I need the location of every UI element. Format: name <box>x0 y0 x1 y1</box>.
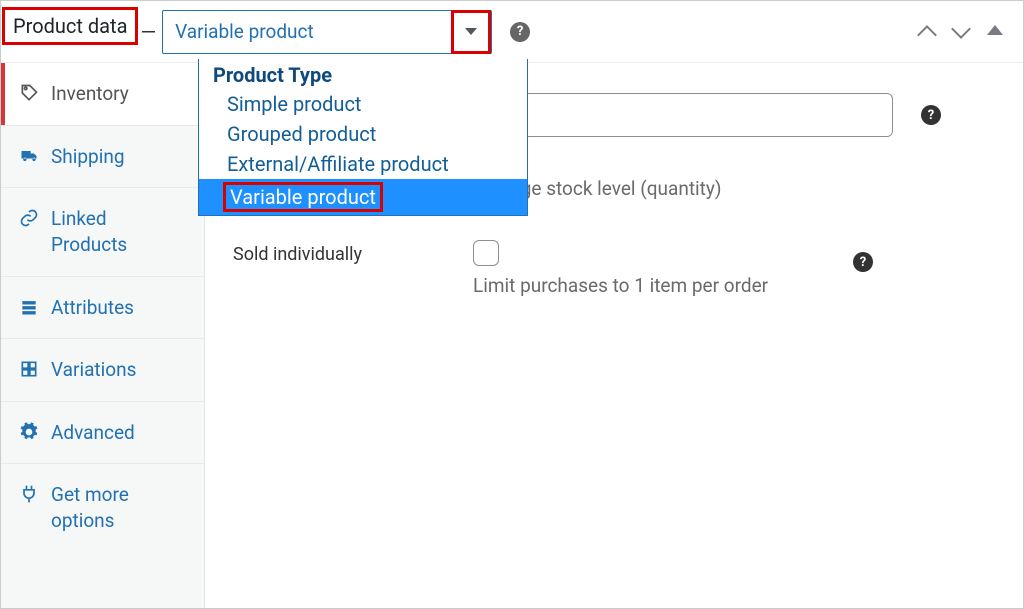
tab-label: Get more options <box>51 482 186 533</box>
gear-icon <box>19 422 39 442</box>
chevron-down-icon[interactable] <box>953 23 967 37</box>
option-external-affiliate-product[interactable]: External/Affiliate product <box>199 149 527 179</box>
plug-icon <box>19 484 39 504</box>
option-grouped-product[interactable]: Grouped product <box>199 119 527 149</box>
panel-header: Product data — Variable product ? Produc… <box>1 1 1023 63</box>
tab-advanced[interactable]: Advanced <box>1 402 204 465</box>
tab-label: Linked Products <box>51 206 186 257</box>
tab-label: Attributes <box>51 295 134 321</box>
product-type-select[interactable]: Variable product <box>162 10 492 54</box>
sold-individually-checkbox[interactable] <box>473 240 499 266</box>
help-icon[interactable]: ? <box>921 105 941 125</box>
tab-attributes[interactable]: Attributes <box>1 277 204 340</box>
grid-icon <box>19 359 39 379</box>
truck-icon <box>19 146 39 166</box>
product-type-dropdown: Product Type Simple product Grouped prod… <box>198 59 528 216</box>
manage-stock-description: Manage stock level (quantity) <box>473 177 995 200</box>
product-data-tabs: Inventory Shipping Linked Products Attri… <box>1 63 205 608</box>
sold-individually-description: Limit purchases to 1 item per order <box>473 274 995 297</box>
product-type-caret-highlight <box>451 10 491 54</box>
tab-variations[interactable]: Variations <box>1 339 204 402</box>
tab-linked-products[interactable]: Linked Products <box>1 188 204 276</box>
sku-input[interactable] <box>473 93 893 137</box>
link-icon <box>19 208 39 228</box>
tab-label: Shipping <box>51 144 125 170</box>
help-icon[interactable]: ? <box>853 252 873 272</box>
option-variable-product[interactable]: Variable product <box>199 179 527 215</box>
tab-shipping[interactable]: Shipping <box>1 126 204 189</box>
option-simple-product[interactable]: Simple product <box>199 89 527 119</box>
list-icon <box>19 297 39 317</box>
help-icon[interactable]: ? <box>510 22 530 42</box>
chevron-down-icon <box>465 28 477 35</box>
product-data-panel: Product data — Variable product ? Produc… <box>0 0 1024 609</box>
dropdown-group-label: Product Type <box>199 59 527 89</box>
tag-icon <box>19 83 39 103</box>
chevron-up-icon[interactable] <box>919 23 933 37</box>
tab-label: Inventory <box>51 81 129 107</box>
panel-title: Product data <box>2 7 138 45</box>
tab-label: Advanced <box>51 420 135 446</box>
title-dash: — <box>140 20 156 44</box>
tab-get-more-options[interactable]: Get more options <box>1 464 204 551</box>
triangle-up-icon[interactable] <box>987 25 1003 35</box>
panel-header-controls <box>919 23 1003 37</box>
tab-inventory[interactable]: Inventory <box>1 63 204 126</box>
product-type-selected-label: Variable product <box>175 20 314 43</box>
tab-label: Variations <box>51 357 136 383</box>
option-variable-product-label: Variable product <box>223 182 383 212</box>
sold-individually-row: Sold individually ? Limit purchases to 1… <box>233 240 995 297</box>
sold-individually-label: Sold individually <box>233 240 473 265</box>
